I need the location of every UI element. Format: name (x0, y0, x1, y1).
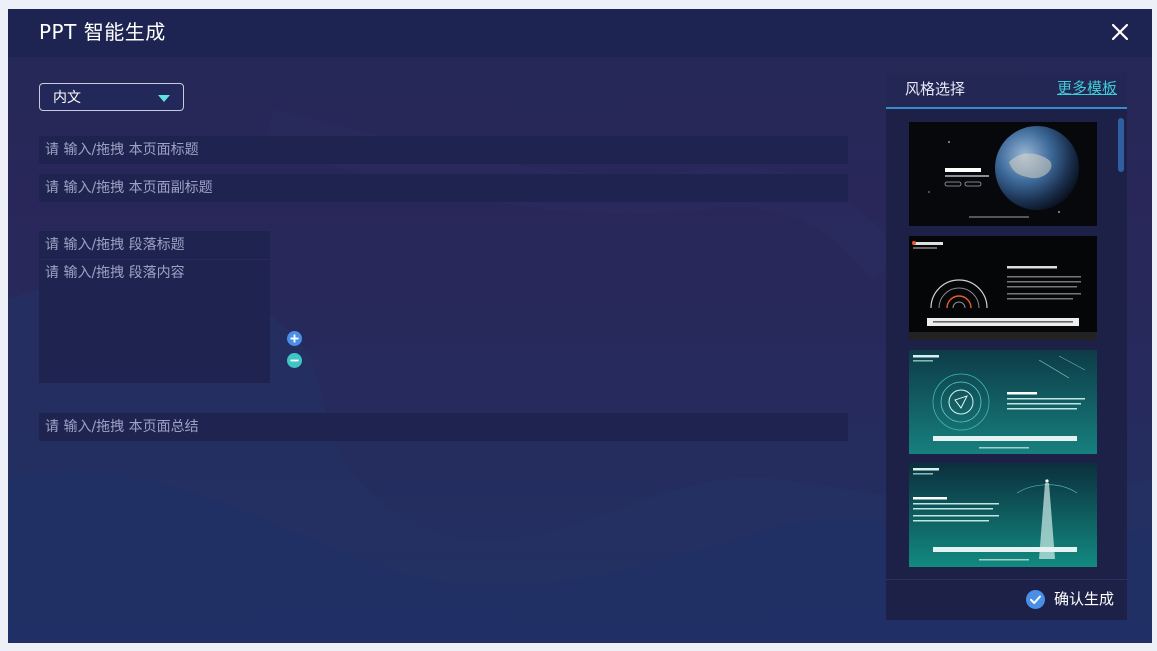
title-bar: PPT 智能生成 (8, 9, 1152, 57)
ppt-generator-dialog: PPT 智能生成 内文 请 输入/拖拽 本页面标题 请 输入/拖拽 本页面副标题… (8, 9, 1152, 643)
close-button[interactable] (1107, 19, 1133, 45)
paragraph-content-textarea[interactable]: 请 输入/拖拽 段落内容 (39, 260, 270, 383)
remove-paragraph-button[interactable] (287, 353, 302, 368)
page-summary-input[interactable]: 请 输入/拖拽 本页面总结 (39, 413, 848, 441)
check-circle-icon (1026, 590, 1045, 609)
page-title-input[interactable]: 请 输入/拖拽 本页面标题 (39, 136, 848, 164)
caret-down-icon (158, 95, 170, 102)
template-scrollbar-track (1118, 116, 1124, 576)
template-teal-circles-preview (909, 350, 1097, 454)
template-scrollbar-thumb[interactable] (1118, 118, 1124, 172)
style-panel-title: 风格选择 (905, 80, 966, 98)
plus-circle-icon (287, 331, 302, 346)
confirm-generate-label: 确认生成 (1054, 590, 1115, 608)
style-panel-header: 风格选择 更多模板 (886, 73, 1127, 109)
content-type-select[interactable]: 内文 (39, 83, 184, 111)
close-icon (1111, 23, 1129, 41)
add-paragraph-button[interactable] (287, 331, 302, 346)
style-selection-panel: 风格选择 更多模板 确认生成 (886, 73, 1127, 620)
page-subtitle-input[interactable]: 请 输入/拖拽 本页面副标题 (39, 174, 848, 202)
content-type-value: 内文 (53, 90, 81, 106)
template-arc-preview (909, 236, 1097, 340)
style-panel-footer: 确认生成 (886, 579, 1127, 620)
template-earth-preview (909, 122, 1097, 226)
paragraph-title-input[interactable]: 请 输入/拖拽 段落标题 (39, 231, 270, 259)
template-thumbnail[interactable] (909, 463, 1097, 567)
template-thumbnail[interactable] (909, 236, 1097, 340)
template-thumbnail[interactable] (909, 122, 1097, 226)
more-templates-link[interactable]: 更多模板 (1057, 78, 1117, 98)
minus-circle-icon (287, 353, 302, 368)
template-teal-beam-preview (909, 463, 1097, 567)
dialog-title: PPT 智能生成 (39, 20, 166, 44)
template-thumbnail[interactable] (909, 350, 1097, 454)
